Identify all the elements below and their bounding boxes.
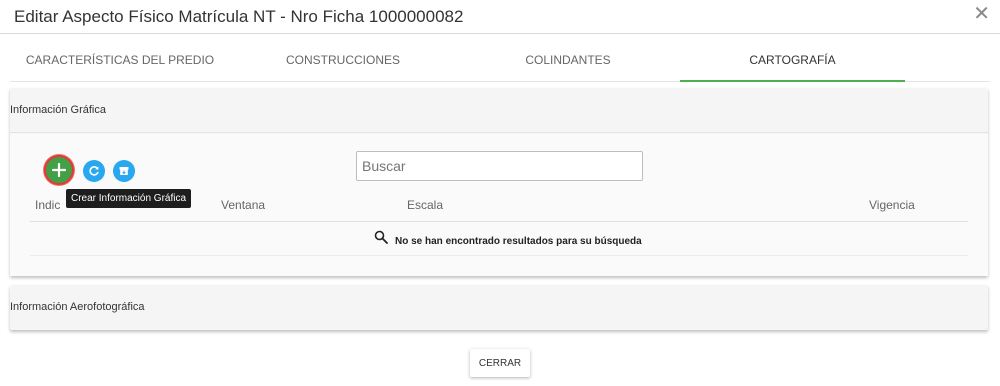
refresh-icon: [89, 166, 99, 176]
close-icon[interactable]: ✕: [973, 4, 990, 24]
panel-title-grafica: Información Gráfica: [10, 104, 106, 116]
tab-construcciones[interactable]: CONSTRUCCIONES: [230, 42, 456, 82]
plus-icon: [52, 163, 66, 177]
panel-informacion-aerofotografica: Información Aerofotográfica: [10, 285, 988, 330]
archive-button[interactable]: [113, 160, 135, 182]
panel-title-aerofotografica: Información Aerofotográfica: [10, 301, 145, 313]
search-icon: [374, 230, 388, 244]
panel-heading-grafica[interactable]: Información Gráfica: [10, 88, 988, 133]
tab-cartografia[interactable]: CARTOGRAFÍA: [680, 42, 905, 82]
add-button[interactable]: [44, 155, 74, 185]
panel-informacion-grafica: Información Gráfica Indic Ventana Esca: [10, 88, 988, 276]
search-input[interactable]: [356, 151, 643, 181]
tab-bar: CARACTERÍSTICAS DEL PREDIO CONSTRUCCIONE…: [10, 42, 990, 82]
modal-header: Editar Aspecto Físico Matrícula NT - Nro…: [0, 0, 1000, 34]
panel-heading-aerofotografica[interactable]: Información Aerofotográfica: [10, 285, 988, 330]
add-tooltip: Crear Información Gráfica: [66, 189, 192, 208]
tab-caracteristicas-del-predio[interactable]: CARACTERÍSTICAS DEL PREDIO: [10, 42, 230, 82]
column-header-escala[interactable]: Escala: [407, 198, 443, 212]
column-header-vigencia[interactable]: Vigencia: [869, 198, 915, 212]
empty-results-message: No se han encontrado resultados para su …: [395, 236, 642, 247]
column-header-indic[interactable]: Indic: [35, 198, 60, 212]
empty-results-row: No se han encontrado resultados para su …: [30, 226, 968, 256]
column-header-ventana[interactable]: Ventana: [221, 198, 265, 212]
refresh-button[interactable]: [83, 160, 105, 182]
tab-colindantes[interactable]: COLINDANTES: [456, 42, 680, 82]
archive-icon: [119, 167, 129, 175]
close-button[interactable]: CERRAR: [470, 349, 530, 377]
modal-title: Editar Aspecto Físico Matrícula NT - Nro…: [14, 7, 464, 26]
panel-body-grafica: Indic Ventana Escala Vigencia Crear Info…: [10, 134, 988, 276]
